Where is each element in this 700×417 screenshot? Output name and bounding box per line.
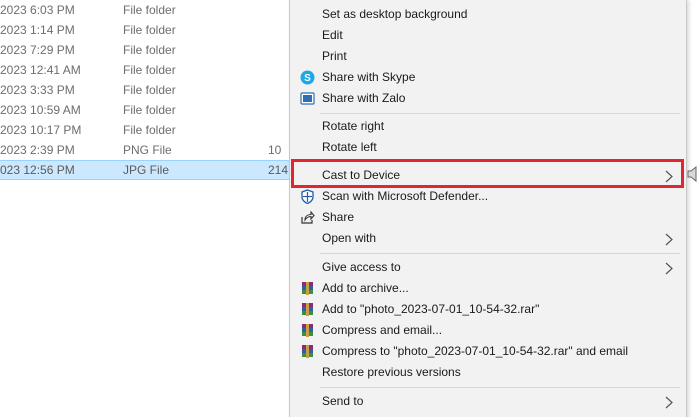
highlight-box <box>291 159 684 188</box>
file-row[interactable]: 2023 2:39 PM PNG File 10 <box>0 140 292 160</box>
chevron-right-icon <box>664 395 674 409</box>
menu-item-label: Set as desktop background <box>322 7 468 21</box>
winrar-icon <box>300 302 315 317</box>
menu-item-add-to-archive[interactable]: Add to archive... <box>290 278 686 299</box>
chevron-right-icon <box>664 261 674 275</box>
menu-item-label: Share with Skype <box>322 70 416 84</box>
menu-item-label: Add to archive... <box>322 281 409 295</box>
file-type: File folder <box>123 23 176 37</box>
file-row[interactable]: 2023 7:29 PM File folder <box>0 40 292 60</box>
file-type: File folder <box>123 43 176 57</box>
menu-item-restore-previous-versions[interactable]: Restore previous versions <box>290 362 686 383</box>
chevron-right-icon <box>664 232 674 246</box>
file-date: 023 12:56 PM <box>0 163 75 177</box>
file-type: File folder <box>123 63 176 77</box>
menu-item-scan-with-defender[interactable]: Scan with Microsoft Defender... <box>290 186 686 207</box>
menu-item-label: Share <box>322 210 355 224</box>
menu-item-rotate-left[interactable]: Rotate left <box>290 137 686 158</box>
file-date: 2023 10:59 AM <box>0 103 81 117</box>
menu-item-label: Rotate right <box>322 119 385 133</box>
menu-item-label: Send to <box>322 394 364 408</box>
context-menu: Set as desktop background Edit Print S S… <box>289 0 687 417</box>
menu-separator <box>320 113 680 114</box>
file-row[interactable]: 2023 1:14 PM File folder <box>0 20 292 40</box>
menu-item-label: Add to "photo_2023-07-01_10-54-32.rar" <box>322 302 540 316</box>
menu-item-give-access-to[interactable]: Give access to <box>290 257 686 278</box>
file-row[interactable]: 2023 10:59 AM File folder <box>0 100 292 120</box>
defender-shield-icon <box>300 189 315 205</box>
file-list: 2023 6:03 PM File folder 2023 1:14 PM Fi… <box>0 0 292 417</box>
menu-item-label: Share with Zalo <box>322 91 406 105</box>
menu-item-set-desktop-background[interactable]: Set as desktop background <box>290 4 686 25</box>
winrar-icon <box>300 344 315 359</box>
menu-item-label: Give access to <box>322 260 401 274</box>
file-type: File folder <box>123 83 176 97</box>
menu-item-open-with[interactable]: Open with <box>290 228 686 249</box>
speaker-icon <box>686 165 700 183</box>
menu-item-compress-to-rar-and-email[interactable]: Compress to "photo_2023-07-01_10-54-32.r… <box>290 341 686 362</box>
file-date: 2023 3:33 PM <box>0 83 75 97</box>
menu-item-compress-and-email[interactable]: Compress and email... <box>290 320 686 341</box>
file-row[interactable]: 2023 10:17 PM File folder <box>0 120 292 140</box>
file-row-selected[interactable]: 023 12:56 PM JPG File 214 <box>0 160 292 180</box>
menu-item-label: Scan with Microsoft Defender... <box>322 189 489 203</box>
menu-item-label: Rotate left <box>322 140 377 154</box>
menu-item-edit[interactable]: Edit <box>290 25 686 46</box>
winrar-icon <box>300 281 315 296</box>
menu-item-label: Edit <box>322 28 343 42</box>
menu-item-add-to-rar[interactable]: Add to "photo_2023-07-01_10-54-32.rar" <box>290 299 686 320</box>
menu-item-label: Compress and email... <box>322 323 443 337</box>
skype-icon: S <box>300 70 315 85</box>
menu-item-share[interactable]: Share <box>290 207 686 228</box>
file-date: 2023 10:17 PM <box>0 123 82 137</box>
menu-item-rotate-right[interactable]: Rotate right <box>290 116 686 137</box>
file-type: File folder <box>123 123 176 137</box>
file-row[interactable]: 2023 6:03 PM File folder <box>0 0 292 20</box>
file-date: 2023 12:41 AM <box>0 63 81 77</box>
menu-item-share-with-zalo[interactable]: Share with Zalo <box>290 88 686 109</box>
file-row[interactable]: 2023 3:33 PM File folder <box>0 80 292 100</box>
file-type: JPG File <box>123 163 170 177</box>
file-type: PNG File <box>123 143 172 157</box>
file-row[interactable]: 2023 12:41 AM File folder <box>0 60 292 80</box>
menu-item-label: Open with <box>322 231 377 245</box>
menu-item-print[interactable]: Print <box>290 46 686 67</box>
file-date: 2023 2:39 PM <box>0 143 75 157</box>
file-type: File folder <box>123 3 176 17</box>
share-icon <box>300 210 315 225</box>
menu-item-share-with-skype[interactable]: S Share with Skype <box>290 67 686 88</box>
winrar-icon <box>300 323 315 338</box>
menu-separator <box>320 387 680 388</box>
file-date: 2023 6:03 PM <box>0 3 75 17</box>
file-type: File folder <box>123 103 176 117</box>
menu-item-label: Compress to "photo_2023-07-01_10-54-32.r… <box>322 344 629 358</box>
file-date: 2023 7:29 PM <box>0 43 75 57</box>
svg-text:S: S <box>304 73 311 84</box>
menu-item-label: Restore previous versions <box>322 365 461 379</box>
zalo-icon <box>300 91 315 106</box>
menu-separator <box>320 253 680 254</box>
menu-item-label: Print <box>322 49 347 63</box>
file-date: 2023 1:14 PM <box>0 23 75 37</box>
menu-item-send-to[interactable]: Send to <box>290 391 686 412</box>
